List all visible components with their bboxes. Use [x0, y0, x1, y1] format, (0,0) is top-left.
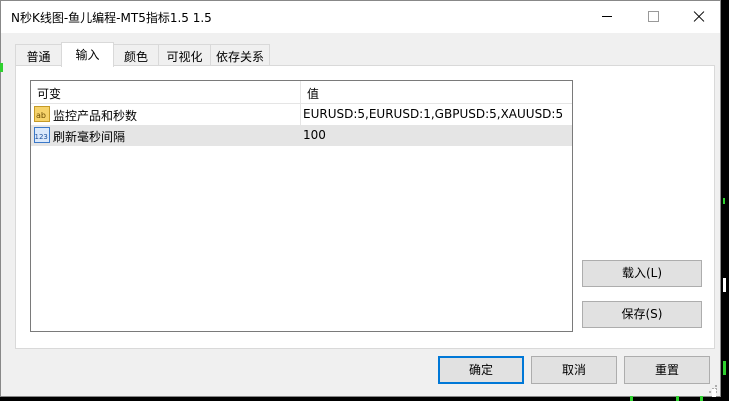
- inputs-grid: 可变 值 ab 监控产品和秒数 EURUSD:5,EURUSD:1,GBPUSD…: [30, 80, 573, 332]
- candle-mark: [723, 361, 726, 375]
- inputs-panel: 可变 值 ab 监控产品和秒数 EURUSD:5,EURUSD:1,GBPUSD…: [15, 65, 715, 349]
- input-row-selected[interactable]: 123 刷新毫秒间隔 100: [31, 125, 572, 146]
- maximize-icon: [630, 1, 676, 32]
- candle-mark: [723, 198, 725, 204]
- tab-visualization[interactable]: 可视化: [158, 44, 211, 65]
- column-header-variable[interactable]: 可变: [37, 85, 61, 102]
- window-title: N秒K线图-鱼儿编程-MT5指标1.5 1.5: [11, 11, 212, 25]
- column-divider[interactable]: [300, 81, 301, 103]
- tab-general[interactable]: 普通: [15, 44, 62, 65]
- string-ab-icon: ab: [34, 106, 50, 122]
- candle-mark: [723, 278, 726, 292]
- candle-mark: [676, 396, 679, 401]
- candle-mark: [630, 396, 633, 401]
- candle-mark: [700, 396, 703, 401]
- input-row[interactable]: ab 监控产品和秒数 EURUSD:5,EURUSD:1,GBPUSD:5,XA…: [31, 104, 572, 125]
- tab-dependencies[interactable]: 依存关系: [210, 44, 270, 65]
- save-button[interactable]: 保存(S): [582, 301, 702, 328]
- title-bar[interactable]: N秒K线图-鱼儿编程-MT5指标1.5 1.5: [1, 1, 720, 33]
- minimize-icon[interactable]: [584, 1, 630, 32]
- row-divider: [300, 104, 301, 125]
- input-name: 刷新毫秒间隔: [53, 130, 126, 144]
- svg-text:123: 123: [35, 133, 48, 141]
- input-name: 监控产品和秒数: [53, 109, 138, 123]
- svg-text:ab: ab: [36, 111, 46, 120]
- input-value[interactable]: 100: [303, 128, 326, 142]
- candle-mark: [712, 389, 716, 397]
- tab-inputs[interactable]: 输入: [61, 42, 114, 67]
- tab-colors[interactable]: 颜色: [113, 44, 159, 65]
- close-icon[interactable]: [676, 1, 722, 32]
- indicator-properties-dialog: N秒K线图-鱼儿编程-MT5指标1.5 1.5 普通 输入 颜色 可视化 依存关…: [0, 0, 721, 397]
- column-header-value[interactable]: 值: [307, 85, 319, 102]
- load-button[interactable]: 载入(L): [582, 260, 702, 287]
- grid-header: 可变 值: [31, 81, 572, 104]
- ok-button[interactable]: 确定: [438, 356, 524, 384]
- candle-mark: [0, 63, 3, 72]
- reset-button[interactable]: 重置: [624, 356, 710, 384]
- row-divider: [300, 125, 301, 146]
- integer-123-icon: 123: [34, 127, 50, 143]
- cancel-button[interactable]: 取消: [531, 356, 617, 384]
- input-value[interactable]: EURUSD:5,EURUSD:1,GBPUSD:5,XAUUSD:5: [303, 107, 563, 121]
